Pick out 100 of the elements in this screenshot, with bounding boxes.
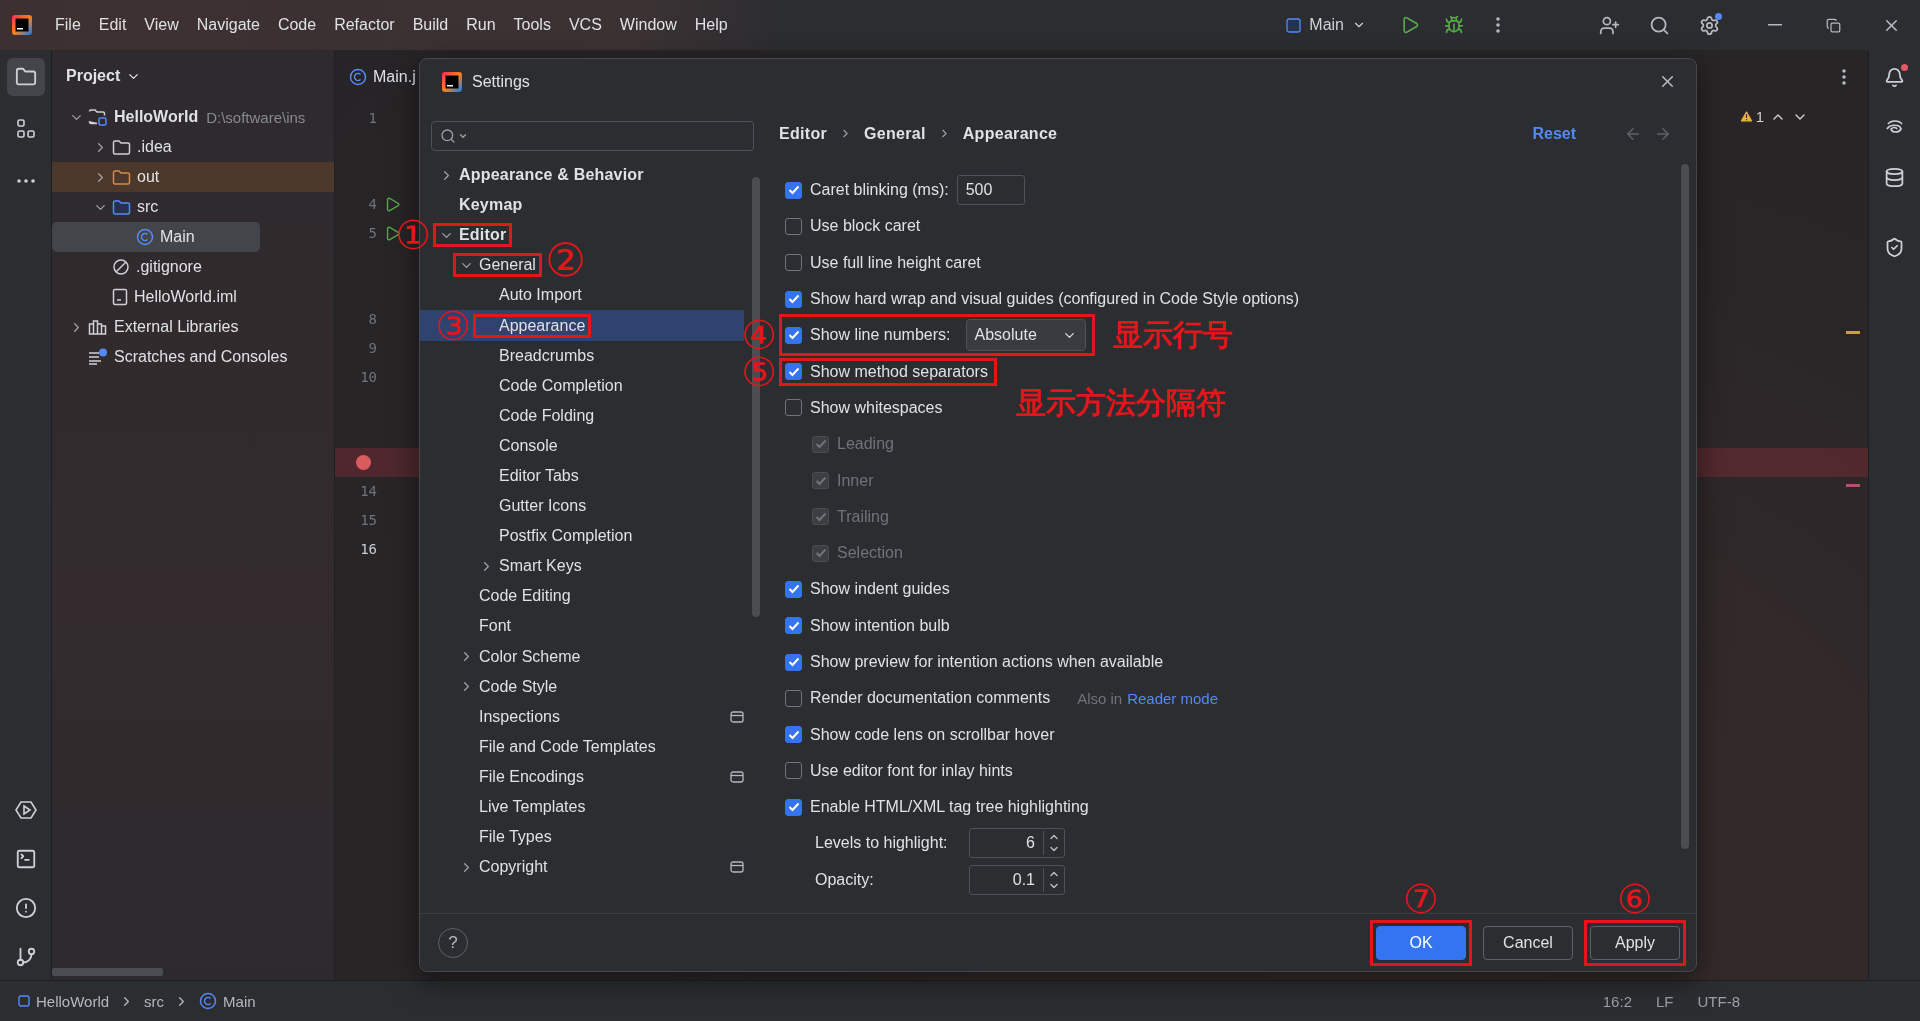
checkbox[interactable] (785, 580, 802, 598)
settings-tree-item[interactable]: Breadcrumbs (479, 346, 595, 365)
notifications-icon (1884, 66, 1905, 88)
editor-tab[interactable]: Main.j (349, 64, 416, 90)
minimize-icon (1768, 24, 1782, 26)
settings-tree-item[interactable]: File Types (459, 828, 552, 847)
scrollbar-thumb[interactable] (52, 968, 163, 976)
menu-item[interactable]: Window (610, 12, 686, 38)
menu-item[interactable]: Help (685, 12, 737, 38)
line-number: 5 (367, 225, 377, 242)
settings-tree-item[interactable]: Code Folding (479, 406, 595, 425)
database-icon (1884, 166, 1905, 188)
module-icon (18, 995, 30, 1007)
line-number: 10 (359, 368, 377, 385)
breadcrumb-item[interactable]: Main (199, 992, 256, 1010)
checkbox-label: Show indent guides (810, 580, 950, 599)
dropdown[interactable]: Absolute (965, 319, 1086, 352)
settings-tree-item[interactable]: Appearance (479, 316, 586, 335)
project-tree-item[interactable]: Main (52, 222, 260, 252)
checkbox[interactable] (785, 617, 802, 635)
checkbox-label: Enable HTML/XML tag tree highlighting (810, 798, 1089, 817)
dialog-button[interactable]: Cancel (1483, 925, 1573, 960)
settings-tree-item[interactable]: Gutter Icons (479, 497, 587, 516)
settings-tree-item[interactable]: Inspections (459, 707, 560, 726)
checkbox[interactable] (785, 653, 802, 671)
project-tree-item[interactable]: HelloWorld.iml (52, 282, 245, 312)
dialog-button[interactable]: Apply (1590, 925, 1680, 960)
status-item[interactable]: LF (1644, 992, 1686, 1010)
reader-mode-link[interactable]: Reader mode (1127, 689, 1219, 707)
project-view-selector[interactable]: Project (66, 67, 142, 85)
project-tree-item[interactable]: Scratches and Consoles (52, 342, 296, 372)
app-square-icon (1286, 17, 1302, 33)
breadcrumb-item[interactable]: HelloWorld (18, 992, 110, 1010)
checkbox[interactable] (785, 181, 802, 199)
menu-item[interactable]: Refactor (325, 12, 404, 38)
project-tree-item[interactable]: src (52, 192, 167, 222)
line-number: 4 (367, 196, 377, 213)
folder-icon (14, 66, 37, 88)
checkbox[interactable] (785, 326, 802, 344)
status-item[interactable]: UTF-8 (1685, 992, 1752, 1010)
settings-tree-item[interactable]: Copyright (459, 858, 548, 877)
breakpoint-dot[interactable] (356, 455, 371, 471)
settings-tree-item[interactable]: Smart Keys (479, 557, 582, 576)
settings-tree-item[interactable]: Code Style (459, 677, 558, 696)
checkbox[interactable] (785, 399, 802, 417)
add-user-icon (1598, 14, 1620, 36)
project-tree-item[interactable]: HelloWorld D:\software\ins (52, 102, 314, 132)
checkbox[interactable] (785, 798, 802, 816)
settings-tree-item[interactable]: Editor Tabs (479, 467, 579, 485)
checkbox[interactable] (785, 726, 802, 744)
settings-tree-item[interactable]: Console (479, 436, 558, 455)
breadcrumb-item[interactable]: src (144, 992, 165, 1010)
line-number: 1 (367, 110, 377, 127)
project-tree-item[interactable]: External Libraries (52, 312, 247, 342)
menu-item[interactable]: Tools (504, 12, 560, 38)
checkbox[interactable] (785, 290, 802, 308)
checkbox[interactable] (785, 254, 802, 272)
number-spinner[interactable]: 6 (969, 828, 1065, 859)
run-configuration[interactable]: Main (1278, 12, 1374, 38)
number-spinner[interactable]: 0.1 (969, 864, 1065, 895)
more-icon (1496, 17, 1500, 33)
settings-tree-item[interactable]: Auto Import (479, 286, 582, 305)
menu-item[interactable]: Edit (89, 12, 136, 38)
checkbox[interactable] (785, 689, 802, 707)
tool-window-button[interactable] (6, 58, 45, 96)
settings-tree-item[interactable]: Keymap (439, 196, 523, 215)
settings-tree-item[interactable]: Code Editing (459, 587, 571, 606)
checkbox[interactable] (785, 217, 802, 235)
input-field[interactable]: 500 (956, 175, 1025, 206)
settings-tree-item[interactable]: File Encodings (459, 767, 584, 786)
ok-button[interactable]: OK (1376, 925, 1466, 960)
menu-item[interactable]: Run (457, 12, 505, 38)
menu-item[interactable]: Code (268, 12, 326, 38)
menu-item[interactable]: VCS (559, 12, 611, 38)
checkbox[interactable] (785, 363, 802, 381)
settings-tree-item[interactable]: Code Completion (479, 376, 623, 395)
scrollbar-thumb[interactable] (1681, 164, 1689, 849)
checkbox-label: Selection (837, 544, 903, 563)
checkbox[interactable] (785, 762, 802, 780)
app-logo[interactable] (12, 15, 32, 35)
status-item[interactable]: 16:2 (1590, 992, 1644, 1010)
reset-link[interactable]: Reset (1532, 124, 1576, 143)
settings-tree-item[interactable]: Editor (439, 226, 507, 245)
settings-tree-item[interactable]: Font (459, 617, 511, 636)
check-icon (787, 366, 800, 377)
folder-icon (112, 198, 131, 216)
menu-item[interactable]: Build (403, 12, 458, 38)
settings-tree-item[interactable]: Live Templates (459, 798, 586, 816)
project-tree-item[interactable]: .gitignore (52, 252, 210, 282)
settings-tree-item[interactable]: Postfix Completion (479, 527, 633, 546)
project-tree-item[interactable]: .idea (52, 132, 180, 162)
settings-tree-item[interactable]: File and Code Templates (459, 737, 656, 756)
menu-item[interactable]: Navigate (187, 12, 269, 38)
menu-item[interactable]: File (46, 12, 90, 38)
warning-count[interactable]: 1 (1738, 108, 1764, 125)
search-field[interactable] (431, 121, 754, 151)
settings-tree-item[interactable]: Appearance & Behavior (439, 166, 644, 185)
settings-tree-item[interactable]: Color Scheme (459, 647, 581, 666)
settings-tree-item[interactable]: General (459, 256, 536, 275)
menu-item[interactable]: View (135, 12, 188, 38)
